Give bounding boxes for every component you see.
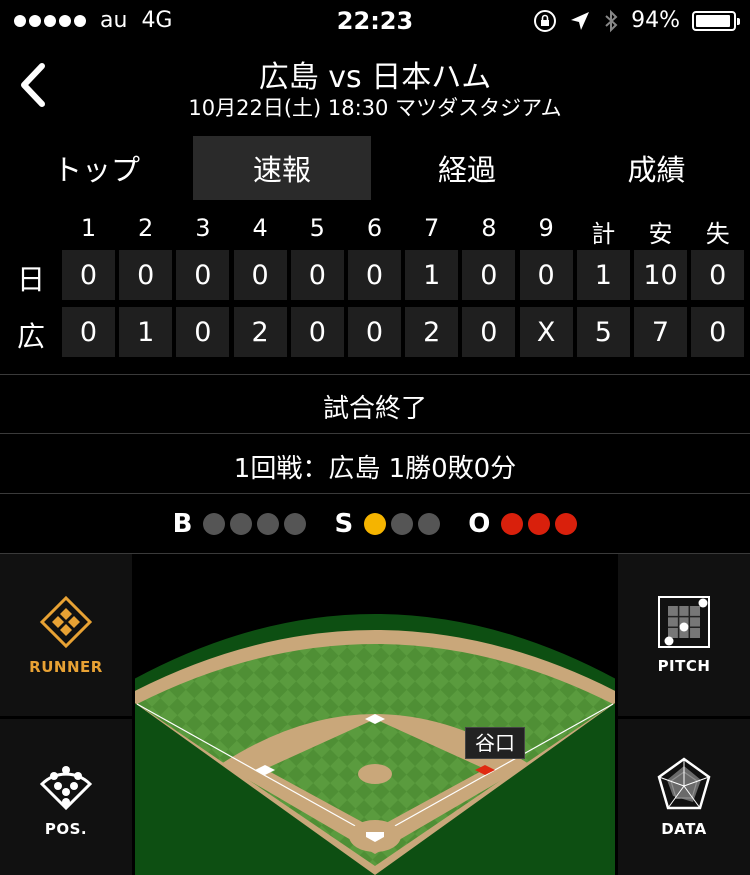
game-info: 10月22日(土) 18:30 マツダスタジアム — [188, 96, 562, 120]
status-bar: au 4G 22:23 94% — [0, 0, 750, 42]
pitchers-mound — [358, 764, 392, 784]
score-header: 4 — [252, 214, 268, 242]
score-cell: 2 — [233, 307, 287, 357]
score-header: 計 — [591, 220, 616, 248]
score-header: 6 — [366, 214, 383, 242]
score-cell: 10 — [634, 250, 687, 300]
battery-icon — [692, 10, 740, 31]
runner-button[interactable]: RUNNER — [0, 554, 132, 716]
position-icon — [39, 766, 93, 811]
team-label: 広 — [16, 320, 45, 353]
out-light — [501, 513, 524, 535]
strike-light — [364, 513, 387, 535]
score-cell: 0 — [691, 307, 745, 357]
score-header: 安 — [648, 220, 673, 248]
ball-light — [230, 513, 253, 535]
pitch-label: PITCH — [657, 657, 711, 675]
count-indicator: B S O — [0, 506, 750, 542]
score-cell: 0 — [233, 250, 287, 300]
strike-light — [391, 513, 414, 535]
strike-count: S — [334, 509, 441, 539]
score-cell: 0 — [290, 307, 344, 357]
data-label: DATA — [661, 820, 707, 838]
strike-label: S — [334, 509, 354, 539]
ball-light — [257, 513, 280, 535]
divider — [0, 433, 750, 434]
score-header: 1 — [80, 214, 97, 242]
page-title: 広島 vs 日本ハム — [258, 60, 492, 95]
score-cell: X — [519, 307, 573, 357]
tab-top[interactable]: トップ — [0, 136, 193, 200]
score-cell: 1 — [576, 250, 630, 300]
score-cell: 0 — [62, 250, 115, 300]
ball-count: B — [173, 509, 307, 539]
runner-name-tag: 谷口 — [465, 727, 525, 759]
score-cell: 5 — [576, 307, 630, 357]
pitch-grid-icon — [658, 596, 710, 648]
tab-stats[interactable]: 成績 — [563, 136, 750, 200]
score-header: 8 — [481, 214, 497, 242]
position-label: POS. — [44, 820, 88, 838]
ball-light — [203, 513, 226, 535]
score-header: 失 — [705, 220, 730, 248]
out-label: O — [468, 509, 491, 539]
score-cell: 0 — [176, 250, 230, 300]
divider — [0, 374, 750, 375]
score-cell: 0 — [290, 250, 344, 300]
score-header: 7 — [424, 214, 440, 242]
score-header: 3 — [195, 214, 211, 242]
score-cell: 0 — [462, 250, 516, 300]
tab-bar: トップ 速報 経過 成績 — [0, 136, 750, 200]
score-cell: 0 — [348, 307, 401, 357]
runner-diamond-icon — [39, 595, 93, 649]
rotation-lock-icon — [534, 9, 557, 32]
score-cell: 0 — [348, 250, 401, 300]
series-info: 1回戦：広島 1勝0敗0分 — [233, 454, 517, 484]
position-button[interactable]: POS. — [0, 719, 132, 875]
ball-light — [284, 513, 307, 535]
runner-label: RUNNER — [29, 658, 103, 676]
strike-light — [418, 513, 441, 535]
score-header: 2 — [138, 214, 154, 242]
tab-progress[interactable]: 経過 — [371, 136, 563, 200]
score-cell: 2 — [405, 307, 459, 357]
tab-live[interactable]: 速報 — [193, 136, 371, 200]
score-cell: 0 — [462, 307, 516, 357]
pitch-button[interactable]: PITCH — [618, 554, 750, 716]
game-status: 試合終了 — [322, 394, 427, 424]
bluetooth-icon — [605, 9, 618, 32]
score-cell: 1 — [405, 250, 459, 300]
data-button[interactable]: DATA — [618, 719, 750, 875]
out-count: O — [468, 509, 578, 539]
score-cell: 0 — [691, 250, 745, 300]
battery-percent: 94% — [631, 8, 680, 33]
score-cell: 0 — [176, 307, 230, 357]
score-cell: 0 — [519, 250, 573, 300]
radar-chart-icon — [657, 757, 711, 810]
divider — [0, 493, 750, 494]
team-label: 日 — [16, 263, 45, 296]
status-right: 94% — [533, 8, 740, 33]
score-header: 9 — [538, 214, 554, 242]
out-light — [555, 513, 578, 535]
baseball-field — [135, 554, 615, 875]
score-cell: 7 — [634, 307, 687, 357]
location-icon — [571, 11, 590, 30]
score-cell: 0 — [62, 307, 115, 357]
out-light — [528, 513, 551, 535]
score-header: 5 — [309, 214, 325, 242]
score-cell: 1 — [119, 307, 173, 357]
score-cell: 0 — [119, 250, 173, 300]
ball-label: B — [172, 509, 193, 539]
